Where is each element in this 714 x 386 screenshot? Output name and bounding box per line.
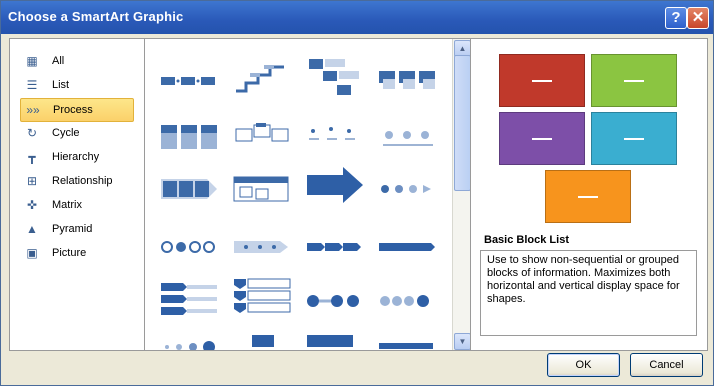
list-icon: ☰ [26,78,38,92]
category-list: ▦ All ☰ List »» Process ↻ Cycle ┳ Hierar… [10,39,145,350]
picture-icon: ▣ [26,246,38,260]
layout-thumbnail[interactable] [377,343,439,350]
preview-block [591,112,677,165]
layout-thumbnail[interactable] [159,61,221,101]
all-icon: ▦ [26,54,38,68]
layout-thumbnail[interactable] [377,281,439,321]
dialog-title: Choose a SmartArt Graphic [8,9,184,24]
category-item-process[interactable]: »» Process [20,98,134,122]
category-label: Relationship [52,175,113,187]
layout-thumbnail[interactable] [305,117,367,157]
layout-thumbnail[interactable] [159,117,221,157]
category-label: Cycle [52,127,80,139]
layout-thumbnail[interactable] [159,337,221,350]
ok-button[interactable]: OK [547,353,620,377]
layout-thumbnail[interactable] [305,335,367,350]
process-icon: »» [26,103,40,117]
layout-thumbnail[interactable] [159,169,221,209]
layout-thumbnail[interactable] [232,335,294,350]
help-button[interactable]: ? [665,7,687,29]
layout-title: Basic Block List [484,234,569,246]
preview-block [499,112,585,165]
preview-block [499,54,585,107]
category-label: Matrix [52,199,82,211]
matrix-icon: ✜ [26,198,38,212]
category-item-hierarchy[interactable]: ┳ Hierarchy [20,146,132,168]
cycle-icon: ↻ [26,126,38,140]
layout-thumbnail[interactable] [305,225,367,265]
category-item-all[interactable]: ▦ All [20,50,132,72]
category-label: Pyramid [52,223,93,235]
category-item-cycle[interactable]: ↻ Cycle [20,122,132,144]
category-label: All [52,55,65,67]
preview-pane: Basic Block List Use to show non-sequent… [470,39,708,350]
layout-thumbnail[interactable] [305,281,367,321]
preview-block [545,170,631,223]
category-label: List [52,79,70,91]
layout-thumbnail[interactable] [159,225,221,265]
dialog-content: ▦ All ☰ List »» Process ↻ Cycle ┳ Hierar… [9,38,708,351]
layout-thumbnail[interactable] [159,277,221,317]
scrollbar-thumb[interactable] [454,55,471,191]
cancel-button[interactable]: Cancel [630,353,703,377]
close-button[interactable]: ✕ [687,7,709,29]
layout-thumbnail[interactable] [377,117,439,157]
title-bar: Choose a SmartArt Graphic ? ✕ [1,1,713,34]
layout-thumbnail[interactable] [232,169,294,209]
layout-thumbnail[interactable] [232,117,294,157]
layout-thumbnail[interactable] [377,169,439,209]
layout-description: Use to show non-sequential or grouped bl… [480,250,697,336]
category-label: Process [53,104,93,116]
layout-thumbnail[interactable] [232,225,294,265]
relationship-icon: ⊞ [26,174,38,188]
layout-thumbnail[interactable] [305,57,367,97]
category-item-picture[interactable]: ▣ Picture [20,242,132,264]
category-item-pyramid[interactable]: ▲ Pyramid [20,218,132,240]
layout-thumbnail[interactable] [305,165,367,205]
scroll-down-icon[interactable]: ▼ [454,333,471,350]
category-label: Hierarchy [52,151,100,163]
smartart-dialog: Choose a SmartArt Graphic ? ✕ ▦ All ☰ Li… [0,0,714,386]
layout-thumbnail[interactable] [377,225,439,265]
pyramid-icon: ▲ [26,222,38,236]
layout-gallery [145,39,452,350]
layout-thumbnail[interactable] [232,277,294,317]
layout-thumbnail[interactable] [232,61,294,101]
category-label: Picture [52,247,87,259]
category-item-list[interactable]: ☰ List [20,74,132,96]
category-item-matrix[interactable]: ✜ Matrix [20,194,132,216]
hierarchy-icon: ┳ [28,150,36,164]
category-item-relationship[interactable]: ⊞ Relationship [20,170,132,192]
layout-thumbnail[interactable] [377,61,439,101]
gallery-scrollbar[interactable]: ▲ ▼ [452,39,471,350]
preview-block [591,54,677,107]
